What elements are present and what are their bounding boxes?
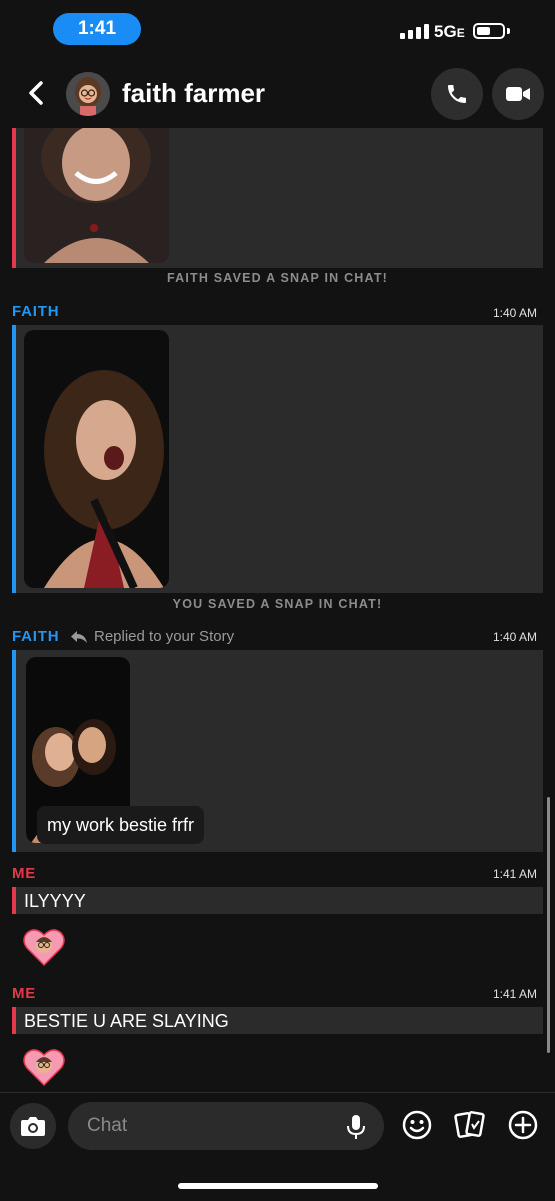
call-button[interactable] bbox=[431, 68, 483, 120]
snap-message-card bbox=[12, 325, 543, 593]
message-text: ILYYYY bbox=[24, 891, 86, 911]
phone-icon bbox=[448, 85, 466, 103]
reply-note: Replied to your Story bbox=[70, 628, 234, 645]
text-message[interactable]: ILYYYY bbox=[12, 887, 543, 914]
camera-button[interactable] bbox=[10, 1103, 56, 1149]
timestamp: 1:41 AM bbox=[492, 867, 537, 881]
sender-label: ME bbox=[12, 865, 37, 882]
back-chevron-icon[interactable] bbox=[22, 78, 50, 108]
video-call-button[interactable] bbox=[492, 68, 544, 120]
story-caption: my work bestie frfr bbox=[37, 806, 205, 844]
signal-icon bbox=[400, 24, 429, 39]
sender-bar bbox=[12, 887, 16, 914]
bitmoji-heart-reaction-icon bbox=[23, 1049, 65, 1087]
sender-bar bbox=[12, 1007, 16, 1034]
network-indicator: 5GE bbox=[434, 22, 465, 42]
bitmoji-heart-reaction-icon bbox=[23, 929, 65, 967]
snap-message-card bbox=[12, 128, 543, 268]
chat-placeholder: Chat bbox=[87, 1115, 128, 1136]
contact-name[interactable]: faith farmer bbox=[122, 78, 265, 109]
battery-icon bbox=[473, 23, 505, 39]
system-note: FAITH SAVED A SNAP IN CHAT! bbox=[166, 271, 389, 285]
sender-bar bbox=[12, 325, 16, 593]
snap-photo[interactable] bbox=[24, 330, 169, 588]
sender-label: FAITH bbox=[12, 303, 60, 320]
sender-label: ME bbox=[12, 985, 37, 1002]
status-time: 1:41 bbox=[53, 13, 141, 45]
snap-photo[interactable] bbox=[24, 128, 169, 263]
sender-bar bbox=[12, 650, 16, 852]
sender-bar bbox=[12, 128, 16, 268]
text-message[interactable]: BESTIE U ARE SLAYING bbox=[12, 1007, 543, 1034]
smiley-icon[interactable] bbox=[401, 1109, 433, 1141]
home-indicator bbox=[178, 1183, 378, 1189]
avatar[interactable] bbox=[66, 72, 110, 116]
plus-circle-icon[interactable] bbox=[507, 1109, 539, 1141]
bitmoji-avatar bbox=[66, 72, 110, 116]
cards-icon[interactable] bbox=[454, 1109, 486, 1141]
chat-header: faith farmer bbox=[0, 60, 555, 128]
chat-input[interactable]: Chat bbox=[68, 1102, 384, 1150]
timestamp: 1:40 AM bbox=[492, 306, 537, 320]
timestamp: 1:41 AM bbox=[492, 987, 537, 1001]
network-suffix: E bbox=[456, 26, 465, 40]
reply-arrow-icon bbox=[71, 630, 87, 643]
message-text: BESTIE U ARE SLAYING bbox=[24, 1011, 229, 1031]
battery-cap bbox=[507, 28, 510, 34]
camera-icon bbox=[21, 1117, 45, 1136]
system-note: YOU SAVED A SNAP IN CHAT! bbox=[172, 597, 383, 611]
reply-label: Replied to your Story bbox=[94, 628, 235, 645]
timestamp: 1:40 AM bbox=[492, 630, 537, 644]
video-camera-icon bbox=[506, 87, 530, 101]
scrollbar[interactable] bbox=[547, 797, 550, 1053]
microphone-icon[interactable] bbox=[346, 1114, 366, 1140]
sender-label: FAITH bbox=[12, 628, 60, 645]
network-label: 5G bbox=[434, 22, 457, 41]
